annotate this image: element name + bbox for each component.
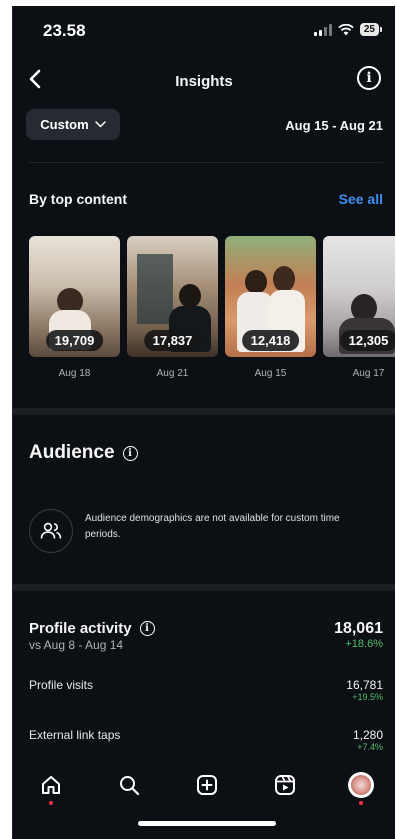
- info-button[interactable]: i: [357, 66, 381, 90]
- content-thumbnail[interactable]: 17,837: [127, 236, 218, 357]
- nav-header: Insights i: [13, 61, 395, 101]
- profile-activity-title: Profile activity: [29, 620, 132, 637]
- section-separator: [13, 584, 395, 591]
- date-range: Aug 15 - Aug 21: [285, 118, 383, 133]
- metric-label-external-link-taps: External link taps: [29, 728, 121, 742]
- profile-activity-change: +18.6%: [345, 638, 383, 650]
- wifi-icon: [338, 23, 354, 35]
- see-all-link[interactable]: See all: [339, 191, 383, 207]
- chevron-down-icon: [94, 121, 106, 128]
- status-icons: 25: [313, 23, 383, 36]
- people-icon: [40, 522, 62, 539]
- metric-change-profile-visits: +19.5%: [352, 692, 383, 702]
- bottom-tab-bar: [13, 761, 395, 816]
- content-date: Aug 21: [156, 368, 189, 379]
- metric-value-profile-visits: 16,781: [346, 678, 383, 692]
- tab-create[interactable]: [193, 771, 221, 799]
- info-icon: i: [366, 70, 372, 86]
- content-date: Aug 15: [254, 368, 287, 379]
- top-content-list: 19,709 17,837 12,418 12,305: [29, 236, 395, 357]
- status-time: 23.58: [43, 21, 86, 40]
- avatar: [348, 772, 374, 798]
- custom-range-label: Custom: [40, 117, 89, 132]
- reels-icon: [275, 775, 295, 795]
- tab-search[interactable]: [115, 771, 143, 799]
- search-icon: [120, 776, 140, 796]
- profile-activity-total: 18,061: [334, 620, 383, 637]
- home-indicator: [138, 821, 276, 826]
- compare-period: vs Aug 8 - Aug 14: [29, 638, 124, 652]
- info-icon[interactable]: i: [139, 621, 155, 636]
- metric-change-external-link-taps: +7.4%: [357, 742, 383, 752]
- signal-icon: [313, 23, 332, 36]
- view-count: 12,418: [241, 330, 300, 351]
- content-thumbnail[interactable]: 19,709: [29, 236, 120, 357]
- view-count: 12,305: [339, 330, 395, 351]
- tab-home[interactable]: [37, 771, 65, 805]
- phone-screen: 23.58 25 Insights i Custom Aug 15 - Aug …: [12, 6, 395, 839]
- custom-range-dropdown[interactable]: Custom: [26, 109, 120, 140]
- audience-title: Audience: [29, 442, 115, 463]
- status-bar: 23.58 25: [13, 6, 395, 56]
- profile-activity-section-title: Profile activity i: [29, 620, 155, 637]
- home-icon: [42, 776, 60, 794]
- audience-icon: [29, 509, 73, 553]
- audience-section-title: Audience i: [29, 442, 138, 464]
- battery-icon: 25: [359, 23, 383, 36]
- divider: [29, 162, 383, 163]
- metric-value-external-link-taps: 1,280: [352, 728, 383, 742]
- content-date: Aug 18: [58, 368, 91, 379]
- section-separator: [13, 408, 395, 415]
- metric-label-profile-visits: Profile visits: [29, 678, 94, 692]
- top-content-title: By top content: [29, 191, 127, 207]
- content-thumbnail[interactable]: 12,418: [225, 236, 316, 357]
- content-date: Aug 17: [352, 368, 385, 379]
- tab-reels[interactable]: [271, 771, 299, 799]
- view-count: 17,837: [143, 330, 202, 351]
- notification-dot: [359, 801, 363, 805]
- info-icon[interactable]: i: [122, 445, 138, 461]
- page-title: Insights: [175, 73, 233, 90]
- audience-message: Audience demographics are not available …: [85, 513, 340, 540]
- view-count: 19,709: [45, 330, 104, 351]
- plus-square-icon: [197, 775, 217, 795]
- tab-profile[interactable]: [347, 771, 375, 805]
- top-content-dates: Aug 18 Aug 21 Aug 15 Aug 17: [29, 368, 395, 379]
- content-thumbnail[interactable]: 12,305: [323, 236, 395, 357]
- notification-dot: [49, 801, 53, 805]
